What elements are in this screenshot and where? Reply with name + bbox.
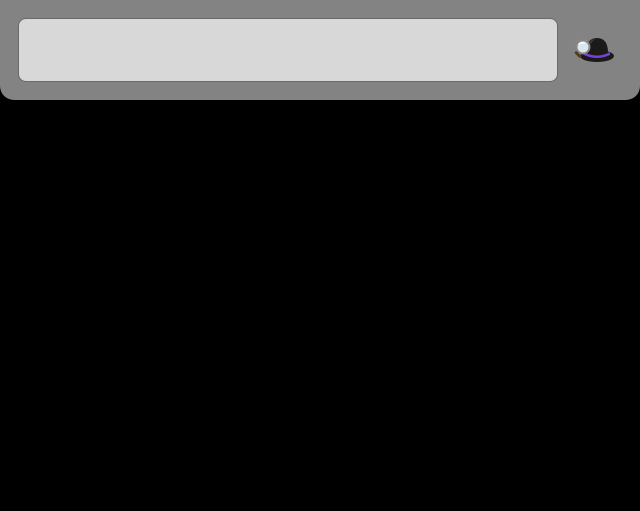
search-input[interactable] xyxy=(18,18,558,82)
alfred-hat-icon xyxy=(566,18,622,82)
launcher-bar xyxy=(0,0,640,100)
